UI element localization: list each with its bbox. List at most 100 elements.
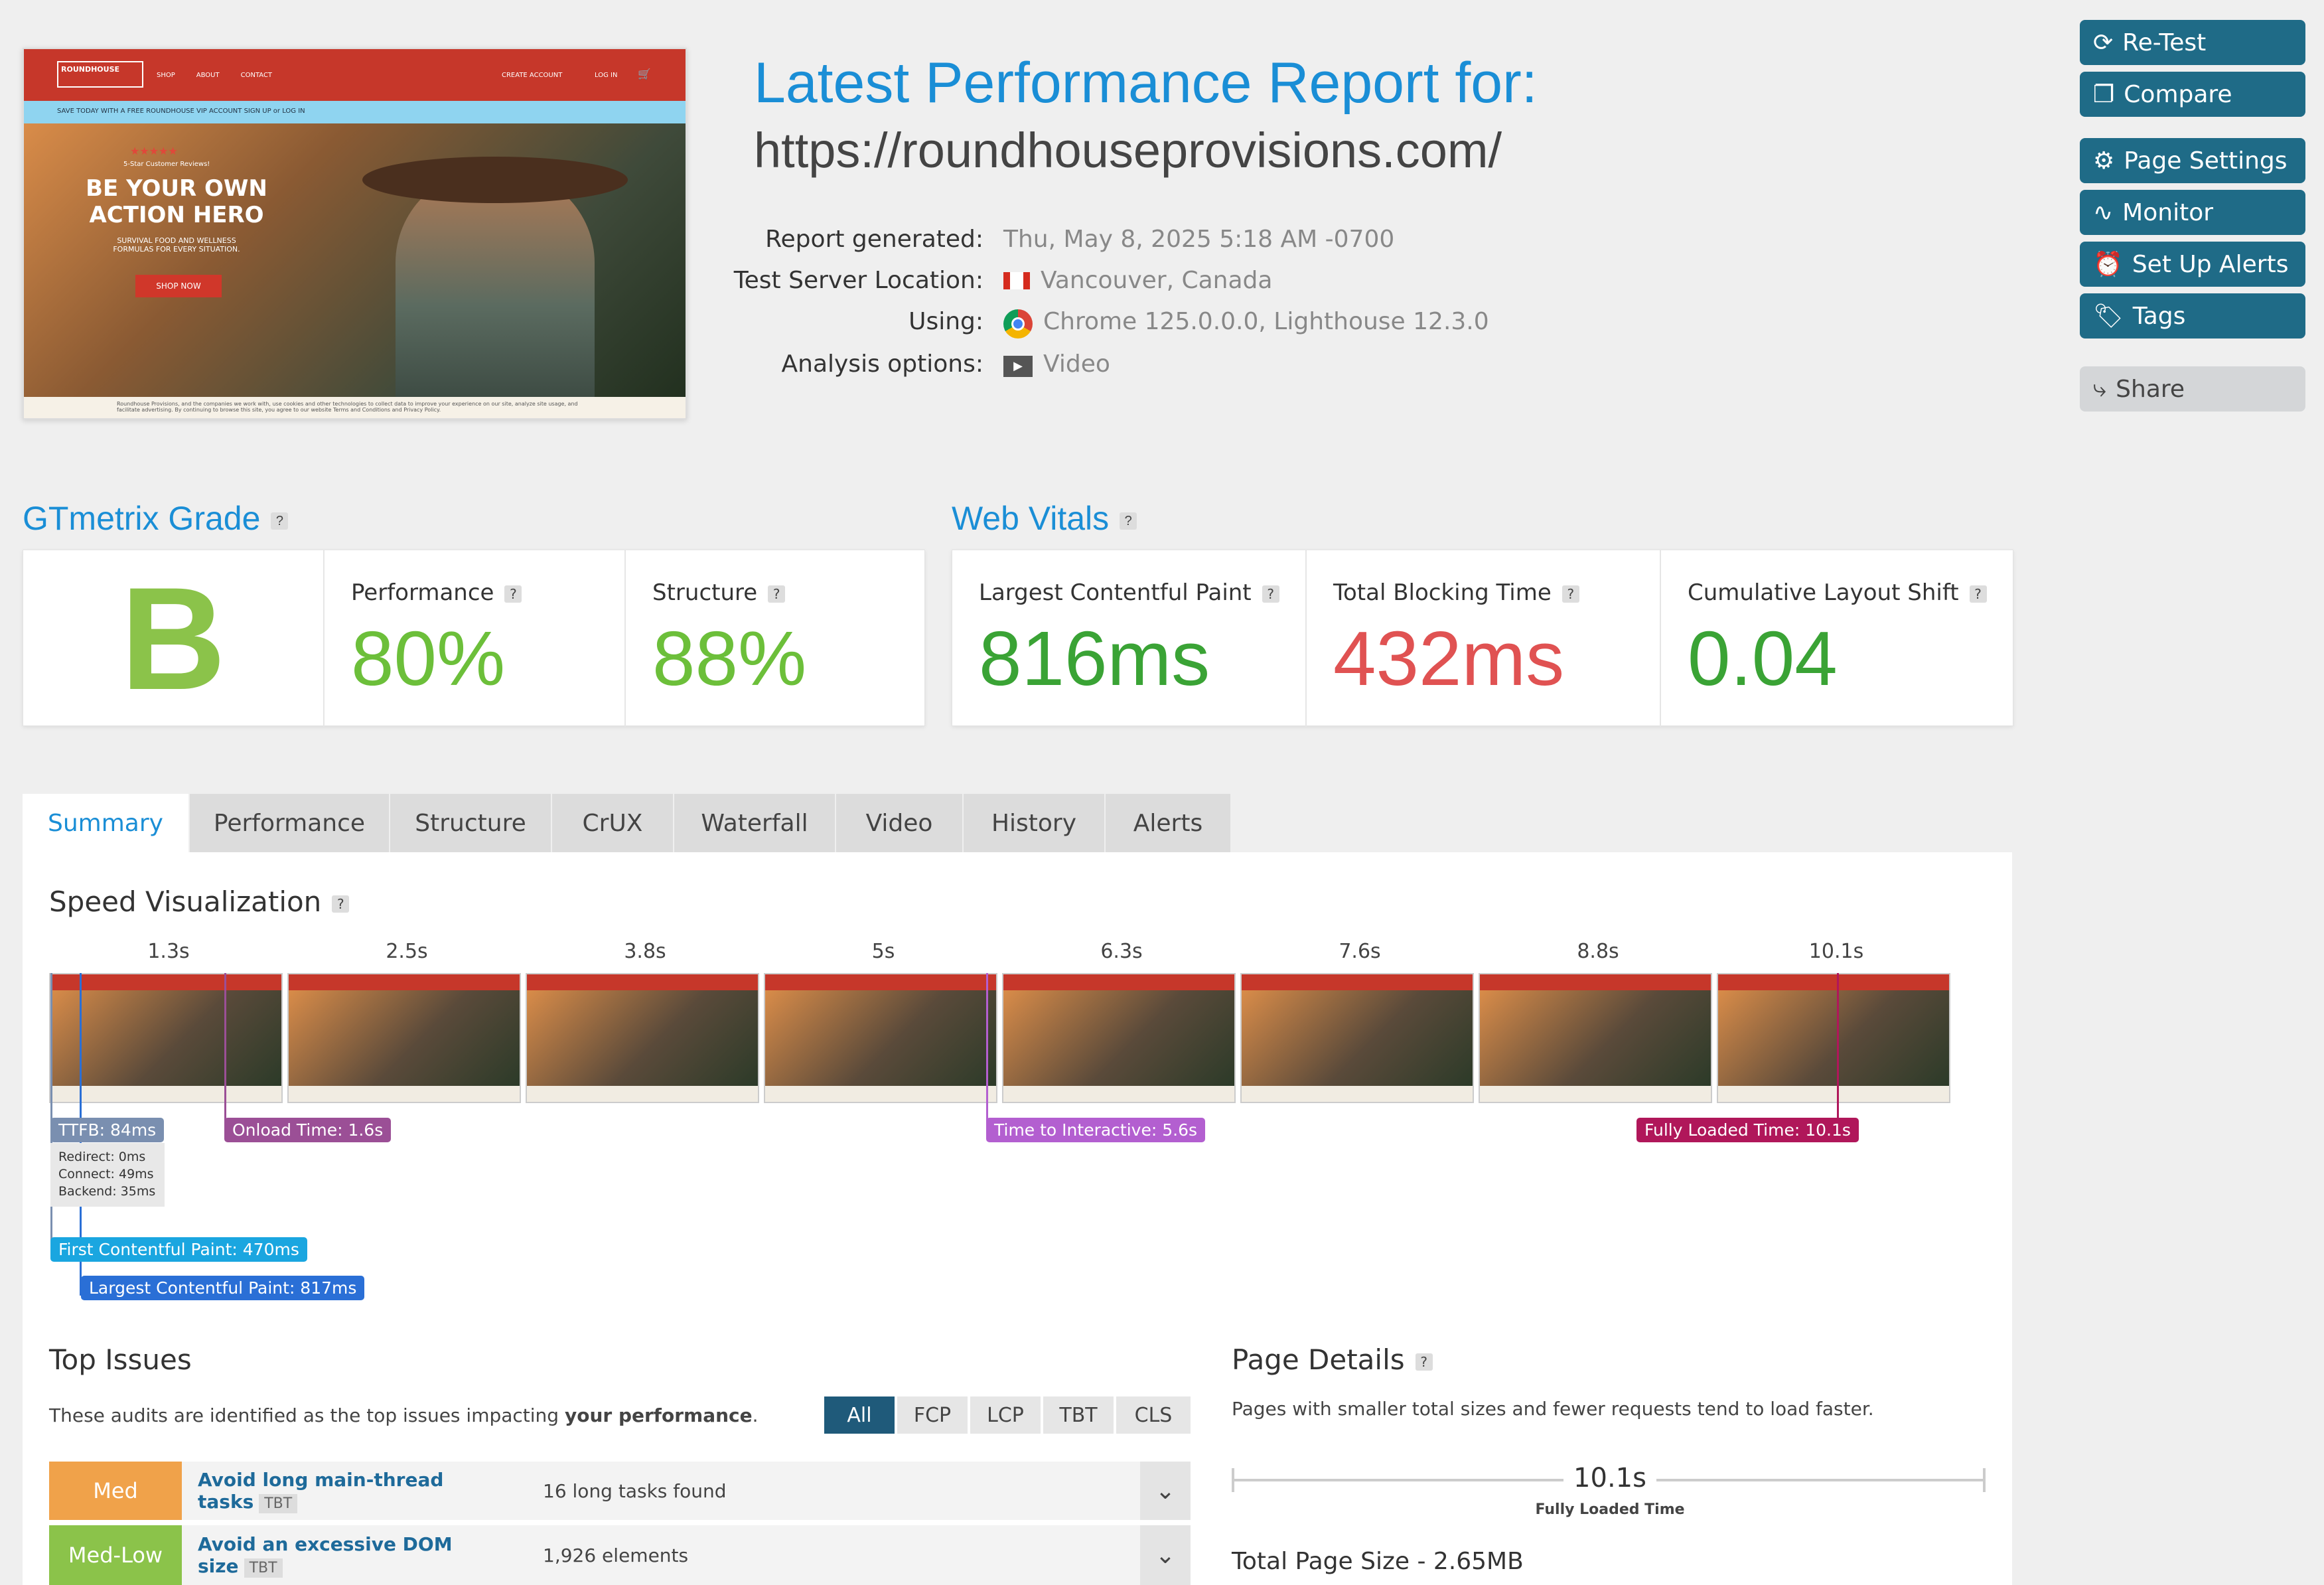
chrome-icon xyxy=(1003,309,1033,339)
filmstrip-frame[interactable] xyxy=(287,973,521,1103)
onload-marker[interactable]: Onload Time: 1.6s xyxy=(224,1118,392,1142)
film-time: 8.8s xyxy=(1577,940,1619,963)
divider xyxy=(1660,550,1661,727)
ttfb-line xyxy=(50,973,52,1252)
hero-reviews: 5-Star Customer Reviews! xyxy=(123,161,210,168)
ttfb-marker[interactable]: TTFB: 84ms xyxy=(50,1118,165,1142)
hero-image: ★★★★★ 5-Star Customer Reviews! BE YOUR O… xyxy=(24,123,686,397)
tab-summary[interactable]: Summary xyxy=(23,794,190,852)
fully-loaded-line xyxy=(1837,973,1839,1130)
help-icon[interactable]: ? xyxy=(768,585,786,603)
issue-name[interactable]: Avoid an excessive DOM size TBT xyxy=(198,1533,543,1578)
monitor-button[interactable]: ∿ Monitor xyxy=(2080,190,2305,235)
performance-label: Performance? xyxy=(351,579,522,606)
help-icon[interactable]: ? xyxy=(1415,1353,1433,1371)
issue-detail: 1,926 elements xyxy=(543,1544,689,1566)
lcp-label-text: Largest Contentful Paint xyxy=(979,579,1252,606)
tab-waterfall[interactable]: Waterfall xyxy=(674,794,836,852)
top-issues-desc: These audits are identified as the top i… xyxy=(49,1404,759,1426)
film-time: 3.8s xyxy=(624,940,666,963)
tags-button[interactable]: 🏷 Tags xyxy=(2080,293,2305,339)
page-details-title: Page Details? xyxy=(1232,1343,1433,1376)
retest-button[interactable]: ⟳ Re-Test xyxy=(2080,20,2305,65)
hero-sub: SURVIVAL FOOD AND WELLNESS FORMULAS FOR … xyxy=(113,236,240,254)
help-icon[interactable]: ? xyxy=(271,512,289,530)
help-icon[interactable]: ? xyxy=(1120,512,1137,530)
filmstrip-frame[interactable] xyxy=(526,973,759,1103)
hero-figure xyxy=(396,170,595,397)
filter-all[interactable]: All xyxy=(824,1396,895,1434)
filter-tbt[interactable]: TBT xyxy=(1043,1396,1114,1434)
alarm-icon: ⏰ xyxy=(2093,251,2123,278)
hero-promo: SAVE TODAY WITH A FREE ROUNDHOUSE VIP AC… xyxy=(24,101,686,123)
filmstrip-frame[interactable] xyxy=(1717,973,1950,1103)
chevron-down-icon[interactable]: ⌄ xyxy=(1140,1525,1191,1585)
top-issues-title: Top Issues xyxy=(49,1343,192,1376)
help-icon[interactable]: ? xyxy=(1969,585,1987,603)
compare-button[interactable]: ❐ Compare xyxy=(2080,72,2305,117)
tag-icon: 🏷 xyxy=(2093,303,2124,330)
desc-bold: your performance xyxy=(564,1404,753,1426)
hero-cookie: Roundhouse Provisions, and the companies… xyxy=(24,397,686,418)
tti-marker[interactable]: Time to Interactive: 5.6s xyxy=(986,1118,1205,1142)
structure-label-text: Structure xyxy=(652,579,758,606)
meta-location: Vancouver, Canada xyxy=(1041,267,1273,294)
tti-line xyxy=(986,973,988,1130)
filmstrip-frame[interactable] xyxy=(1002,973,1236,1103)
meta-options-label: Analysis options: xyxy=(781,350,984,378)
report-title: Latest Performance Report for: xyxy=(754,51,1538,115)
grade-title: GTmetrix Grade? xyxy=(23,499,289,538)
filmstrip-frame[interactable] xyxy=(1479,973,1712,1103)
help-icon[interactable]: ? xyxy=(332,895,350,913)
page-settings-button[interactable]: ⚙ Page Settings xyxy=(2080,138,2305,183)
cls-label-text: Cumulative Layout Shift xyxy=(1688,579,1959,606)
tab-crux[interactable]: CrUX xyxy=(552,794,674,852)
issue-name-text: Avoid an excessive DOM size xyxy=(198,1533,453,1577)
fcp-marker[interactable]: First Contentful Paint: 470ms xyxy=(50,1237,307,1262)
meta-using: Chrome 125.0.0.0, Lighthouse 12.3.0 xyxy=(1043,308,1489,335)
set-up-alerts-button[interactable]: ⏰ Set Up Alerts xyxy=(2080,242,2305,287)
help-icon[interactable]: ? xyxy=(1561,585,1579,603)
meta-using-label: Using: xyxy=(908,308,983,335)
filmstrip-frame[interactable] xyxy=(49,973,283,1103)
page-screenshot: ROUNDHOUSE SHOP ABOUT CONTACT CREATE ACC… xyxy=(23,48,687,419)
filter-cls[interactable]: CLS xyxy=(1116,1396,1191,1434)
page-details-desc: Pages with smaller total sizes and fewer… xyxy=(1232,1398,1874,1420)
compare-label: Compare xyxy=(2124,80,2232,108)
help-icon[interactable]: ? xyxy=(504,585,522,603)
tab-performance[interactable]: Performance xyxy=(190,794,390,852)
hero-nav: ROUNDHOUSE SHOP ABOUT CONTACT CREATE ACC… xyxy=(24,49,686,101)
tbt-value: 432ms xyxy=(1333,615,1565,702)
report-url: https://roundhouseprovisions.com/ xyxy=(754,123,1502,178)
ttfb-connect: Connect: 49ms xyxy=(58,1167,154,1181)
fully-loaded-label: Fully Loaded Time xyxy=(1535,1501,1685,1518)
share-label: Share xyxy=(2116,375,2185,403)
issue-name-text: Avoid long main-thread tasks xyxy=(198,1469,444,1513)
share-icon: ⤷ xyxy=(2093,375,2107,402)
help-icon[interactable]: ? xyxy=(1262,585,1279,603)
issue-row[interactable]: Med-Low Avoid an excessive DOM size TBT 1… xyxy=(49,1525,1191,1585)
performance-label-text: Performance xyxy=(351,579,494,606)
hero-headline: BE YOUR OWN ACTION HERO xyxy=(86,175,267,228)
issue-tag: TBT xyxy=(244,1558,283,1578)
filmstrip-frame[interactable] xyxy=(1240,973,1474,1103)
desc-end: . xyxy=(752,1404,759,1426)
fully-loaded-value: 10.1s xyxy=(1573,1463,1646,1493)
chevron-down-icon[interactable]: ⌄ xyxy=(1140,1462,1191,1520)
vitals-title-text: Web Vitals xyxy=(952,500,1110,537)
issue-row[interactable]: Med Avoid long main-thread tasks TBT 16 l… xyxy=(49,1462,1191,1520)
tab-alerts[interactable]: Alerts xyxy=(1106,794,1232,852)
lcp-marker[interactable]: Largest Contentful Paint: 817ms xyxy=(81,1276,365,1300)
filter-lcp[interactable]: LCP xyxy=(970,1396,1041,1434)
tab-structure[interactable]: Structure xyxy=(390,794,552,852)
issue-name[interactable]: Avoid long main-thread tasks TBT xyxy=(198,1469,543,1513)
fully-loaded-marker[interactable]: Fully Loaded Time: 10.1s xyxy=(1636,1118,1859,1142)
issue-detail: 16 long tasks found xyxy=(543,1479,727,1502)
filter-fcp[interactable]: FCP xyxy=(897,1396,968,1434)
tab-video[interactable]: Video xyxy=(836,794,964,852)
grade-card: B Performance? 80% Structure? 88% xyxy=(23,550,925,727)
ttfb-backend: Backend: 35ms xyxy=(58,1184,156,1199)
tab-history[interactable]: History xyxy=(964,794,1106,852)
share-button[interactable]: ⤷ Share xyxy=(2080,366,2305,412)
filmstrip-frame[interactable] xyxy=(764,973,997,1103)
